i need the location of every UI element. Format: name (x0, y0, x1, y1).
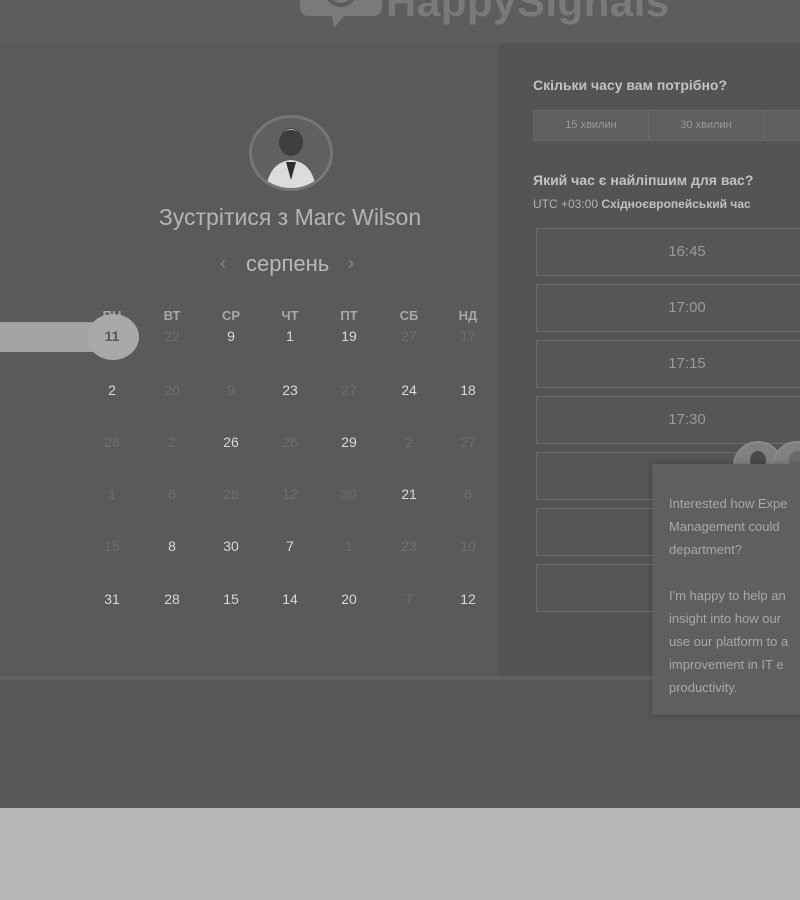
calendar-day[interactable]: 26 (211, 430, 251, 454)
calendar-day[interactable]: 15 (211, 587, 251, 611)
duration-question: Скільки часу вам потрібно? (533, 77, 728, 93)
calendar-day[interactable]: 19 (329, 324, 369, 348)
calendar-day[interactable]: 14 (270, 587, 310, 611)
timezone-name: Східноєвропейський час (601, 197, 751, 211)
duration-option-30[interactable]: 30 хвилин (649, 111, 764, 140)
calendar-day[interactable]: 7 (389, 587, 429, 611)
calendar-day[interactable]: 2 (152, 430, 192, 454)
chevron-left-icon[interactable]: ‹ (220, 253, 226, 274)
host-avatar (249, 115, 333, 191)
calendar-day[interactable]: 28 (92, 430, 132, 454)
calendar-day[interactable]: 15 (92, 534, 132, 558)
calendar-day[interactable]: 2 (92, 378, 132, 402)
calendar-day[interactable]: 1 (329, 534, 369, 558)
chat-popup[interactable]: Interested how Expe Management could dep… (652, 464, 800, 715)
scheduler-app: HappySignals Зустрітися з Marc Wilson ‹ … (0, 0, 800, 808)
weekday-label: ПН (102, 308, 122, 323)
calendar-day[interactable]: 27 (448, 430, 488, 454)
calendar-day[interactable]: 20 (329, 587, 369, 611)
calendar-day[interactable]: 28 (211, 482, 251, 506)
calendar-day[interactable]: 6 (448, 482, 488, 506)
calendar-day[interactable]: 17 (448, 324, 488, 348)
person-icon (266, 128, 316, 188)
calendar-day[interactable]: 2 (389, 430, 429, 454)
calendar-day[interactable]: 9 (211, 378, 251, 402)
logo-text: HappySignals (386, 0, 670, 25)
calendar-day[interactable]: 21 (389, 482, 429, 506)
timezone-offset: UTC +03:00 (533, 197, 599, 211)
calendar-day[interactable]: 23 (389, 534, 429, 558)
timezone-label: UTC +03:00 Східноєвропейський час (533, 197, 751, 211)
calendar-day[interactable]: 9 (211, 324, 251, 348)
month-navigator: ‹ серпень › (210, 250, 370, 280)
chevron-right-icon[interactable]: › (348, 253, 354, 274)
duration-option-more[interactable] (764, 111, 800, 140)
calendar-day[interactable]: 30 (211, 534, 251, 558)
calendar-day[interactable]: 26 (270, 430, 310, 454)
time-slot-button[interactable]: 17:00 (536, 284, 800, 332)
weekday-label: СБ (399, 308, 419, 323)
calendar-day[interactable]: 27 (329, 378, 369, 402)
calendar-day[interactable]: 23 (270, 378, 310, 402)
happysignals-logo-icon (300, 0, 382, 28)
calendar-day[interactable]: 29 (329, 430, 369, 454)
calendar-day[interactable]: 20 (152, 378, 192, 402)
calendar-day[interactable]: 27 (389, 324, 429, 348)
calendar-day[interactable]: 7 (270, 534, 310, 558)
calendar-day[interactable]: 22 (152, 324, 192, 348)
header: HappySignals (0, 0, 800, 43)
duration-option-15[interactable]: 15 хвилин (534, 111, 649, 140)
calendar-day-selected[interactable]: 11 (92, 324, 132, 348)
weekday-label: ВТ (163, 308, 181, 323)
time-slot-button[interactable]: 16:45 (536, 228, 800, 276)
weekday-label: ПТ (340, 308, 358, 323)
calendar-day[interactable]: 12 (448, 587, 488, 611)
calendar-day[interactable]: 8 (152, 534, 192, 558)
weekday-label: СР (221, 308, 241, 323)
weekday-label: НД (458, 308, 478, 323)
meeting-title: Зустрітися з Marc Wilson (158, 204, 422, 230)
calendar-panel: Зустрітися з Marc Wilson ‹ серпень › ПН В… (0, 43, 498, 676)
duration-selector: 15 хвилин 30 хвилин (533, 110, 800, 141)
month-label: серпень (246, 251, 330, 276)
calendar-day[interactable]: 1 (270, 324, 310, 348)
weekday-label: ЧТ (281, 308, 299, 323)
calendar-day[interactable]: 31 (92, 587, 132, 611)
calendar-day[interactable]: 6 (152, 482, 192, 506)
calendar-day[interactable]: 24 (389, 378, 429, 402)
calendar-day[interactable]: 18 (448, 378, 488, 402)
calendar-day[interactable]: 1 (92, 482, 132, 506)
calendar-day[interactable]: 12 (270, 482, 310, 506)
time-question: Який час є найліпшим для вас? (533, 172, 754, 188)
calendar-day[interactable]: 30 (329, 482, 369, 506)
chat-message: Interested how Expe Management could dep… (669, 496, 789, 695)
calendar-day[interactable]: 10 (448, 534, 488, 558)
time-slot-button[interactable]: 17:15 (536, 340, 800, 388)
time-slot-button[interactable]: 17:30 (536, 396, 800, 444)
calendar-day[interactable]: 28 (152, 587, 192, 611)
